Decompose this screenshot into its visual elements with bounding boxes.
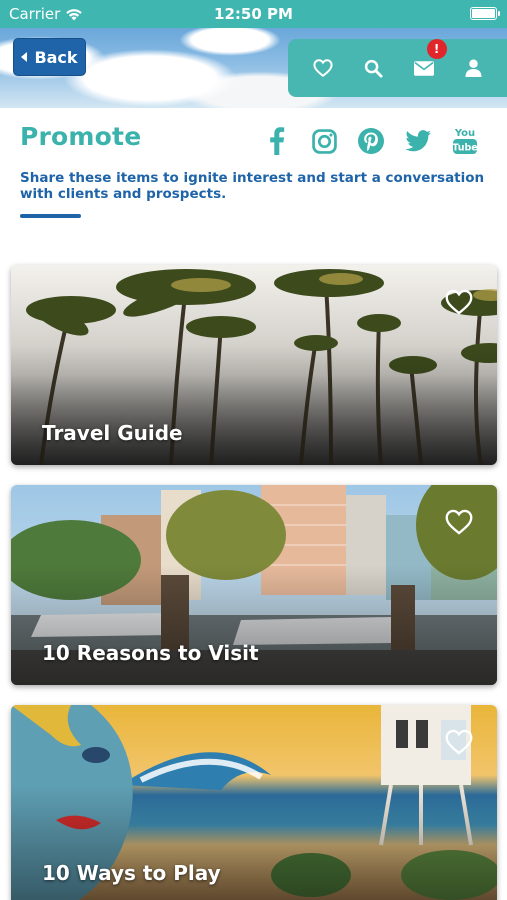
status-bar: Carrier 12:50 PM	[0, 0, 507, 28]
youtube-wordmark-tube: Tube	[452, 143, 477, 154]
twitter-icon	[405, 130, 431, 152]
share-youtube-button[interactable]: You Tube	[450, 126, 480, 156]
card-title: 10 Reasons to Visit	[42, 641, 259, 665]
search-button[interactable]	[356, 51, 390, 85]
back-arrow-icon	[21, 52, 28, 62]
card-title: 10 Ways to Play	[42, 861, 221, 885]
favorites-button[interactable]	[306, 51, 340, 85]
heart-icon	[313, 59, 333, 77]
header-action-bar: !	[288, 39, 507, 97]
section-divider	[20, 214, 81, 218]
mail-icon	[413, 60, 434, 76]
back-button-label: Back	[34, 47, 78, 67]
heart-outline-icon[interactable]	[445, 289, 473, 315]
heart-outline-icon[interactable]	[445, 509, 473, 535]
battery-icon	[470, 7, 500, 20]
share-facebook-button[interactable]	[262, 126, 292, 156]
search-icon	[364, 59, 383, 78]
social-share-row: You Tube	[262, 126, 480, 156]
promote-section: Promote You Tube Share these items to ig…	[20, 122, 490, 218]
user-icon	[465, 59, 482, 77]
messages-button[interactable]: !	[407, 39, 447, 85]
profile-button[interactable]	[457, 51, 491, 85]
card-10-ways-to-play[interactable]: 10 Ways to Play	[11, 705, 497, 900]
back-button[interactable]: Back	[13, 38, 86, 76]
instagram-icon	[311, 128, 337, 154]
youtube-icon: You Tube	[452, 128, 478, 154]
youtube-wordmark-you: You	[454, 128, 475, 139]
heart-outline-icon[interactable]	[445, 729, 473, 755]
card-title: Travel Guide	[42, 421, 183, 445]
clock: 12:50 PM	[214, 5, 293, 23]
share-twitter-button[interactable]	[403, 126, 433, 156]
card-10-reasons-to-visit[interactable]: 10 Reasons to Visit	[11, 485, 497, 685]
pinterest-icon	[358, 128, 384, 154]
facebook-icon	[270, 127, 285, 155]
share-instagram-button[interactable]	[309, 126, 339, 156]
battery-fill	[472, 9, 495, 18]
share-pinterest-button[interactable]	[356, 126, 386, 156]
card-gradient-overlay	[11, 345, 497, 465]
notification-badge: !	[426, 39, 447, 59]
promote-description: Share these items to ignite interest and…	[20, 170, 485, 202]
card-travel-guide[interactable]: Travel Guide	[11, 265, 497, 465]
card-gradient-overlay	[11, 565, 497, 685]
